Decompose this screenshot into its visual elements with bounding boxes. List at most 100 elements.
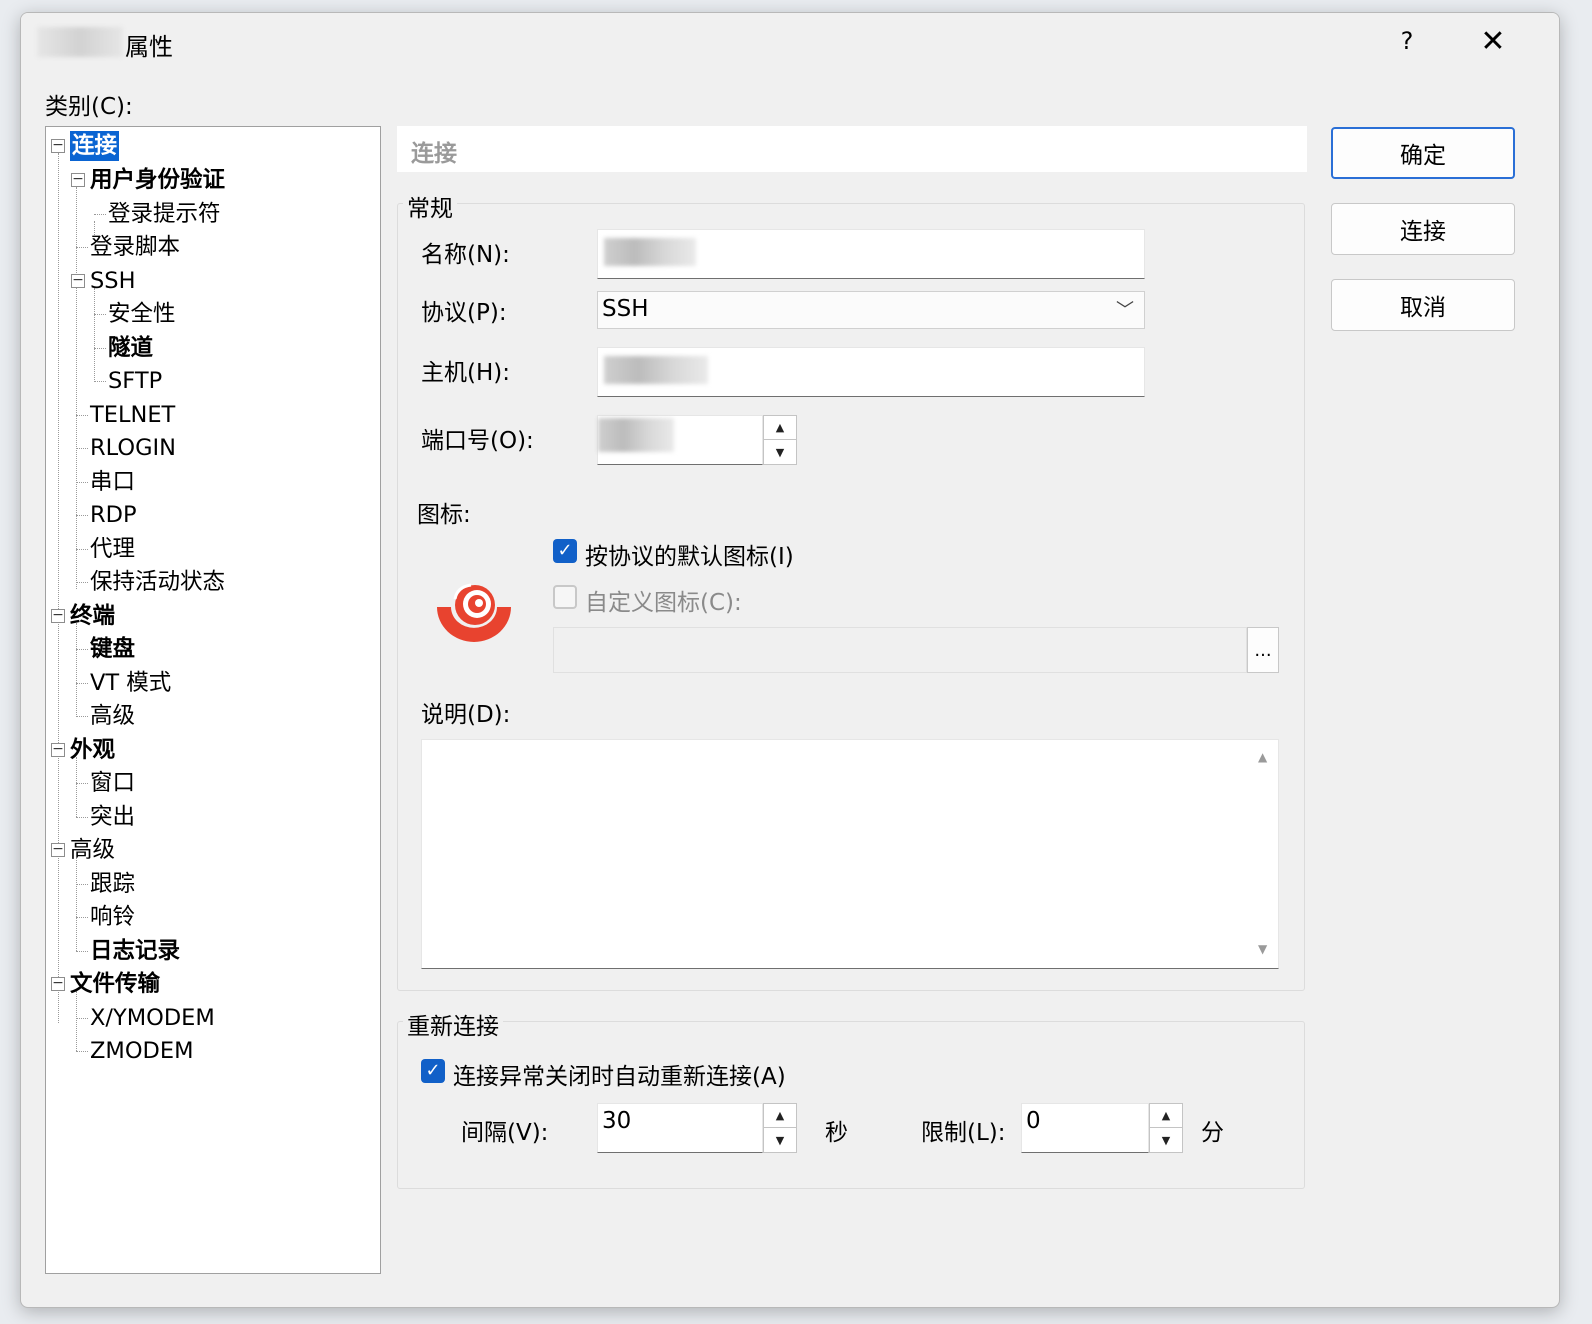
tree-connector: [94, 314, 106, 315]
interval-unit: 秒: [825, 1120, 848, 1146]
interval-stepper[interactable]: ▲ ▼: [763, 1103, 797, 1153]
tree-item[interactable]: 串口: [90, 467, 135, 497]
protocol-select[interactable]: SSH ﹀: [597, 291, 1145, 329]
tree-item[interactable]: 文件传输: [70, 969, 160, 999]
tree-item[interactable]: 登录提示符: [108, 199, 221, 229]
custom-icon-label[interactable]: 自定义图标(C):: [585, 583, 742, 617]
default-icon-checkbox[interactable]: ✓: [553, 539, 577, 563]
tree-connector: [76, 515, 88, 516]
tree-item[interactable]: RDP: [90, 500, 137, 530]
limit-unit: 分: [1201, 1120, 1224, 1146]
interval-label: 间隔(V):: [461, 1120, 549, 1146]
category-label: 类别(C):: [45, 94, 133, 120]
tree-item[interactable]: 安全性: [108, 299, 176, 329]
browse-icon-button[interactable]: ...: [1247, 627, 1279, 673]
tree-item[interactable]: 响铃: [90, 902, 135, 932]
scroll-down-icon[interactable]: ▼: [1258, 942, 1267, 956]
tree-connector: [94, 288, 95, 382]
tree-item[interactable]: 用户身份验证: [90, 165, 225, 195]
limit-input[interactable]: 0: [1021, 1103, 1149, 1153]
interval-down-arrow-icon[interactable]: ▼: [764, 1128, 796, 1152]
tree-connector: [76, 757, 77, 817]
description-textarea[interactable]: ▲ ▼: [421, 739, 1279, 969]
custom-icon-path-input[interactable]: [553, 627, 1247, 673]
tree-item[interactable]: TELNET: [90, 400, 175, 430]
close-icon[interactable]: ✕: [1461, 19, 1525, 63]
window-title: 属性: [125, 33, 173, 61]
tree-connector: [76, 1018, 88, 1019]
scroll-up-icon[interactable]: ▲: [1258, 750, 1267, 764]
tree-item[interactable]: SFTP: [108, 366, 162, 396]
collapse-icon[interactable]: −: [51, 976, 65, 991]
category-tree[interactable]: − 连接 − 用户身份验证 登录提示符 登录脚本 − SSH 安全性 隧道 SFTP TELNET RL…: [45, 126, 381, 1274]
port-input[interactable]: [597, 415, 763, 465]
host-redacted: [604, 356, 708, 384]
port-stepper[interactable]: ▲ ▼: [763, 415, 797, 465]
collapse-icon[interactable]: −: [71, 273, 85, 288]
tree-connector: [76, 683, 88, 684]
custom-icon-checkbox[interactable]: [553, 585, 577, 609]
tree-item[interactable]: 隧道: [108, 333, 153, 363]
auto-reconnect-checkbox[interactable]: ✓: [421, 1059, 445, 1083]
tree-connector: [94, 214, 106, 215]
interval-up-arrow-icon[interactable]: ▲: [764, 1104, 796, 1128]
tree-item[interactable]: VT 模式: [90, 668, 171, 698]
tree-connector: [76, 857, 77, 951]
tree-connector: [76, 716, 88, 717]
ok-button[interactable]: 确定: [1331, 127, 1515, 179]
tree-connector: [76, 1051, 88, 1052]
tree-connector: [76, 549, 88, 550]
tree-connector: [76, 582, 88, 583]
tree-connector: [76, 623, 77, 717]
tree-connector: [76, 991, 77, 1051]
connect-button[interactable]: 连接: [1331, 203, 1515, 255]
limit-down-arrow-icon[interactable]: ▼: [1150, 1128, 1182, 1152]
collapse-icon[interactable]: −: [51, 842, 65, 857]
tree-item[interactable]: 连接: [70, 131, 120, 161]
session-name-redacted: [37, 27, 123, 57]
collapse-icon[interactable]: −: [51, 138, 65, 153]
collapse-icon[interactable]: −: [51, 608, 65, 623]
limit-up-arrow-icon[interactable]: ▲: [1150, 1104, 1182, 1128]
tree-item[interactable]: X/YMODEM: [90, 1003, 215, 1033]
tree-connector: [76, 783, 88, 784]
tree-item[interactable]: 突出: [90, 802, 135, 832]
limit-stepper[interactable]: ▲ ▼: [1149, 1103, 1183, 1153]
port-down-arrow-icon[interactable]: ▼: [764, 440, 796, 464]
tree-item[interactable]: 外观: [70, 735, 115, 765]
tree-item[interactable]: 高级: [70, 835, 115, 865]
reconnect-group-title: 重新连接: [403, 1007, 503, 1041]
tree-item[interactable]: RLOGIN: [90, 433, 176, 463]
name-input[interactable]: [597, 229, 1145, 279]
protocol-value: SSH: [602, 296, 649, 322]
tree-connector: [76, 817, 88, 818]
tree-item[interactable]: SSH: [90, 266, 135, 296]
port-label: 端口号(O):: [421, 428, 534, 454]
tree-item[interactable]: 终端: [70, 601, 115, 631]
host-input[interactable]: [597, 347, 1145, 397]
description-label: 说明(D):: [421, 702, 511, 728]
tree-item[interactable]: 窗口: [90, 768, 135, 798]
default-icon-label[interactable]: 按协议的默认图标(I): [585, 537, 794, 571]
tree-connector: [94, 381, 106, 382]
collapse-icon[interactable]: −: [71, 172, 85, 187]
tree-connector: [76, 884, 88, 885]
tree-item[interactable]: 日志记录: [90, 936, 180, 966]
tree-item[interactable]: 代理: [90, 534, 135, 564]
auto-reconnect-label[interactable]: 连接异常关闭时自动重新连接(A): [453, 1057, 786, 1091]
help-button[interactable]: ?: [1379, 19, 1435, 63]
page-title: 连接: [397, 126, 1307, 172]
tree-item[interactable]: 高级: [90, 701, 135, 731]
port-up-arrow-icon[interactable]: ▲: [764, 416, 796, 440]
tree-item[interactable]: ZMODEM: [90, 1036, 194, 1066]
tree-connector: [76, 917, 88, 918]
tree-item[interactable]: 跟踪: [90, 869, 135, 899]
tree-item[interactable]: 保持活动状态: [90, 567, 225, 597]
cancel-button[interactable]: 取消: [1331, 279, 1515, 331]
tree-item[interactable]: 键盘: [90, 634, 135, 664]
interval-input[interactable]: 30: [597, 1103, 763, 1153]
tree-item[interactable]: 登录脚本: [90, 232, 180, 262]
ssh-protocol-icon: [437, 583, 511, 642]
collapse-icon[interactable]: −: [51, 742, 65, 757]
protocol-label: 协议(P):: [421, 300, 507, 326]
